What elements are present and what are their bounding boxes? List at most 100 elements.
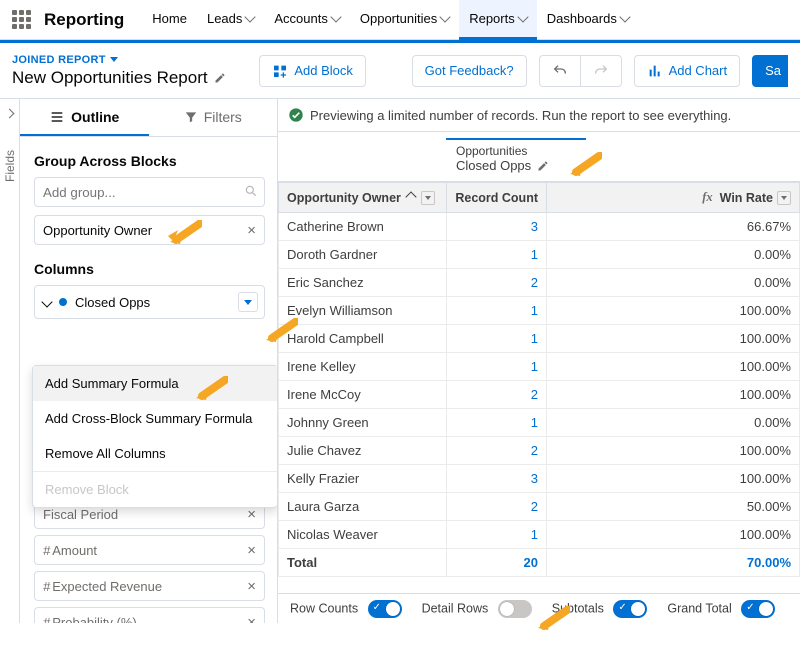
toggle-grand-total[interactable]: ✓ [741,600,775,618]
fields-rail[interactable]: Fields [0,99,20,623]
nav-item-reports[interactable]: Reports [459,0,537,40]
save-button[interactable]: Sa [752,55,788,87]
columns-section-title: Columns [34,261,265,277]
cell-count[interactable]: 3 [447,465,547,493]
cell-count[interactable]: 1 [447,409,547,437]
report-type-tag[interactable]: JOINED REPORT [12,54,247,66]
remove-group-icon[interactable]: × [247,222,256,239]
cell-count[interactable]: 2 [447,269,547,297]
cell-count[interactable]: 3 [447,213,547,241]
cell-rate: 100.00% [547,353,800,381]
preview-block-header: Opportunities Closed Opps [278,132,800,182]
undo-button[interactable] [539,55,581,87]
cell-owner: Julie Chavez [279,437,447,465]
sort-asc-icon [405,191,416,202]
block-color-dot [59,298,67,306]
menu-add-summary-formula[interactable]: Add Summary Formula [33,366,277,401]
remove-column-icon[interactable]: × [247,614,256,623]
cell-rate: 0.00% [547,269,800,297]
remove-column-icon[interactable]: × [247,578,256,595]
remove-column-icon[interactable]: × [247,542,256,559]
add-chart-button[interactable]: Add Chart [634,55,741,87]
nav-item-accounts[interactable]: Accounts [264,0,349,40]
feedback-button[interactable]: Got Feedback? [412,55,527,87]
preview-banner: Previewing a limited number of records. … [278,99,800,132]
cell-count[interactable]: 2 [447,437,547,465]
cell-count[interactable]: 1 [447,353,547,381]
nav-item-opportunities[interactable]: Opportunities [350,0,459,40]
cell-rate: 100.00% [547,521,800,549]
cell-count[interactable]: 1 [447,521,547,549]
nav-item-leads[interactable]: Leads [197,0,264,40]
col-owner-header[interactable]: Opportunity Owner [279,183,447,213]
cell-owner: Doroth Gardner [279,241,447,269]
block-menu: Add Summary Formula Add Cross-Block Summ… [32,365,277,508]
add-block-icon [272,63,288,79]
success-icon [288,107,304,123]
column-pill[interactable]: #Amount× [34,535,265,565]
chevron-down-icon [619,11,630,22]
menu-remove-all-columns[interactable]: Remove All Columns [33,436,277,471]
tab-outline[interactable]: Outline [20,99,149,136]
block-header-closed-opps[interactable]: Closed Opps [34,285,265,319]
edit-title-icon[interactable] [214,72,226,84]
preview-message: Previewing a limited number of records. … [310,108,731,123]
column-pill[interactable]: #Expected Revenue× [34,571,265,601]
outline-icon [49,109,65,125]
table-row: Johnny Green10.00% [279,409,800,437]
menu-add-cross-block-formula[interactable]: Add Cross-Block Summary Formula [33,401,277,436]
chevron-down-icon [245,11,256,22]
edit-block-icon[interactable] [537,160,549,172]
cell-rate: 100.00% [547,297,800,325]
preview-block-name: Closed Opps [456,158,531,173]
add-group-input[interactable] [34,177,265,207]
toggle-subtotals-label: Subtotals [552,601,604,615]
toggle-subtotals[interactable]: ✓ [613,600,647,618]
app-title: Reporting [44,10,124,30]
nav-item-home[interactable]: Home [142,0,197,40]
cell-owner: Nicolas Weaver [279,521,447,549]
cell-count[interactable]: 2 [447,493,547,521]
cell-rate: 100.00% [547,381,800,409]
toggle-detail-rows[interactable] [498,600,532,618]
column-pill[interactable]: #Probability (%)× [34,607,265,623]
toggle-detail-rows-label: Detail Rows [422,601,489,615]
toggle-row-counts[interactable]: ✓ [368,600,402,618]
redo-icon [593,63,609,79]
column-menu-icon[interactable] [421,191,435,205]
report-title: New Opportunities Report [12,68,247,88]
cell-rate: 100.00% [547,325,800,353]
undo-icon [552,63,568,79]
table-row: Harold Campbell1100.00% [279,325,800,353]
remove-column-icon[interactable]: × [247,506,256,523]
add-block-button[interactable]: Add Block [259,55,366,87]
preview-block-type: Opportunities [456,144,790,158]
col-count-header[interactable]: Record Count [447,183,547,213]
nav-item-dashboards[interactable]: Dashboards [537,0,639,40]
total-count: 20 [524,555,538,570]
cell-count[interactable]: 1 [447,325,547,353]
cell-rate: 100.00% [547,465,800,493]
toggle-grand-total-label: Grand Total [667,601,731,615]
table-row: Evelyn Williamson1100.00% [279,297,800,325]
chevron-down-icon [517,11,528,22]
preview-area: Previewing a limited number of records. … [278,99,800,623]
redo-button[interactable] [581,55,622,87]
col-winrate-header[interactable]: fxWin Rate [547,183,800,213]
caret-down-icon [110,57,118,62]
outline-panel: Group Across Blocks Opportunity Owner × … [20,137,277,623]
cell-owner: Irene Kelley [279,353,447,381]
app-launcher-icon[interactable] [10,8,34,32]
group-pill-owner[interactable]: Opportunity Owner × [34,215,265,245]
tab-filters[interactable]: Filters [149,99,278,136]
column-menu-icon[interactable] [777,191,791,205]
cell-count[interactable]: 2 [447,381,547,409]
chevron-right-icon [5,109,15,119]
total-row: Total 20 70.00% [279,549,800,577]
cell-count[interactable]: 1 [447,297,547,325]
cell-owner: Eric Sanchez [279,269,447,297]
table-row: Julie Chavez2100.00% [279,437,800,465]
cell-count[interactable]: 1 [447,241,547,269]
cell-owner: Laura Garza [279,493,447,521]
block-menu-button[interactable] [238,292,258,312]
